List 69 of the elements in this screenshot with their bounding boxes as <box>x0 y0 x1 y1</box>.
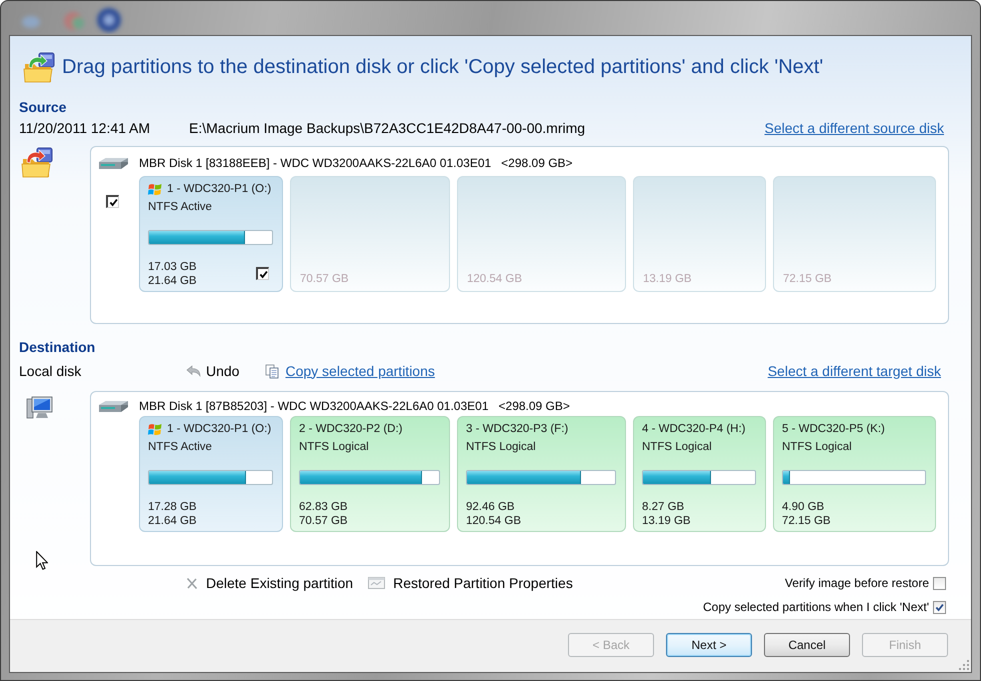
window-icon <box>368 577 386 589</box>
partition-type: NTFS Logical <box>642 440 712 455</box>
undo-icon <box>186 365 201 377</box>
used-size: 17.28 GB <box>148 500 197 514</box>
used-size: 92.46 GB <box>466 500 516 514</box>
source-disk-link[interactable]: Select a different source disk <box>764 118 944 138</box>
disk-label: MBR Disk 1 [83188EEB] - WDC WD3200AAKS-22L6A0 01.03E01 <box>139 155 492 172</box>
partition-name: 1 - WDC320-P1 (O:) <box>167 422 272 437</box>
action-button[interactable]: Restored Partition Properties <box>393 572 573 594</box>
action-button[interactable]: Delete Existing partition <box>206 572 354 594</box>
used-size: 8.27 GB <box>642 500 686 514</box>
undo-button[interactable]: Undo <box>206 360 240 382</box>
computer-icon <box>26 396 54 420</box>
partition-size: 13.19 GB <box>643 272 693 286</box>
option-label: Verify image before restore <box>784 575 929 592</box>
section-title: Source <box>19 98 66 116</box>
partition-card[interactable]: 1 - WDC320-P1 (O:) NTFS Active 17.03 GB 21.64 GB <box>139 176 283 292</box>
partition-size: 72.15 GB <box>783 272 833 286</box>
section-title: Destination <box>19 338 96 356</box>
partition-name: 2 - WDC320-P2 (D:) <box>299 422 403 437</box>
partition-size: 70.57 GB <box>300 272 350 286</box>
partition-size: 21.64 GB <box>148 274 197 288</box>
partition-name: 1 - WDC320-P1 (O:) <box>167 182 272 197</box>
cursor-icon <box>36 551 48 570</box>
target-label: Local disk <box>19 362 82 380</box>
used-size: 17.03 GB <box>148 260 197 274</box>
hard-drive-icon <box>98 400 129 412</box>
checkbox[interactable] <box>933 600 946 614</box>
copy-icon <box>265 364 280 378</box>
disk-size: <298.09 GB> <box>501 155 573 172</box>
wizard-button[interactable]: Next > <box>666 633 752 657</box>
partition-card[interactable]: 2 - WDC320-P2 (D:) NTFS Logical 62.83 GB 70.57 GB <box>290 416 450 532</box>
partition-card[interactable]: 3 - WDC320-P3 (F:) NTFS Logical 92.46 GB 120.54 GB <box>457 416 626 532</box>
partition-size: 21.64 GB <box>148 514 197 528</box>
partition-card[interactable]: 1 - WDC320-P1 (O:) NTFS Active 17.28 GB 21.64 GB <box>139 416 283 532</box>
partition-size: 72.15 GB <box>782 514 831 528</box>
target-disk-link[interactable]: Select a different target disk <box>768 360 941 382</box>
partition-size: 70.57 GB <box>299 514 348 528</box>
wizard-button[interactable]: Cancel <box>764 633 850 657</box>
partition-type: NTFS Logical <box>782 440 852 455</box>
cross-icon <box>186 576 198 590</box>
option-label: Copy selected partitions when I click 'Next' <box>702 599 929 616</box>
checkbox[interactable] <box>106 195 119 208</box>
hard-drive-icon <box>98 156 129 170</box>
partition-name: 5 - WDC320-P5 (K:) <box>782 422 885 437</box>
disk-size: <298.09 GB> <box>498 398 570 415</box>
partition-name: 4 - WDC320-P4 (H:) <box>642 422 746 437</box>
used-size: 62.83 GB <box>299 500 348 514</box>
backup-path: E:\Macrium Image Backups\B72A3CC1E42D8A47-00-00.mrimg <box>189 118 586 138</box>
partition-type: NTFS Active <box>148 200 212 215</box>
wizard-heading: Drag partitions to the destination disk or click 'Copy selected partitions' and click 'Next' <box>62 55 824 80</box>
checkbox[interactable] <box>256 267 269 280</box>
partition-card[interactable]: 5 - WDC320-P5 (K:) NTFS Logical 4.90 GB 72.15 GB <box>773 416 936 532</box>
partition-type: NTFS Logical <box>466 440 536 455</box>
partition-size: 120.54 GB <box>467 272 523 286</box>
folder-arrow-icon <box>23 50 56 84</box>
partition-card[interactable]: 4 - WDC320-P4 (H:) NTFS Logical 8.27 GB 13.19 GB <box>633 416 766 532</box>
disk-label: MBR Disk 1 [87B85203] - WDC WD3200AAKS-22L6A0 01.03E01 <box>139 398 489 415</box>
copy-partitions-link[interactable]: Copy selected partitions <box>285 360 435 382</box>
backup-date: 11/20/2011 12:41 AM <box>19 118 152 138</box>
partition-size: 120.54 GB <box>466 514 521 528</box>
partition-type: NTFS Logical <box>299 440 369 455</box>
folder-arrow-icon <box>21 146 54 179</box>
partition-type: NTFS Active <box>148 440 212 455</box>
partition-name: 3 - WDC320-P3 (F:) <box>466 422 568 437</box>
checkbox[interactable] <box>933 576 946 590</box>
used-size: 4.90 GB <box>782 500 826 514</box>
resize-grip-icon[interactable] <box>958 659 970 671</box>
partition-size: 13.19 GB <box>642 514 691 528</box>
